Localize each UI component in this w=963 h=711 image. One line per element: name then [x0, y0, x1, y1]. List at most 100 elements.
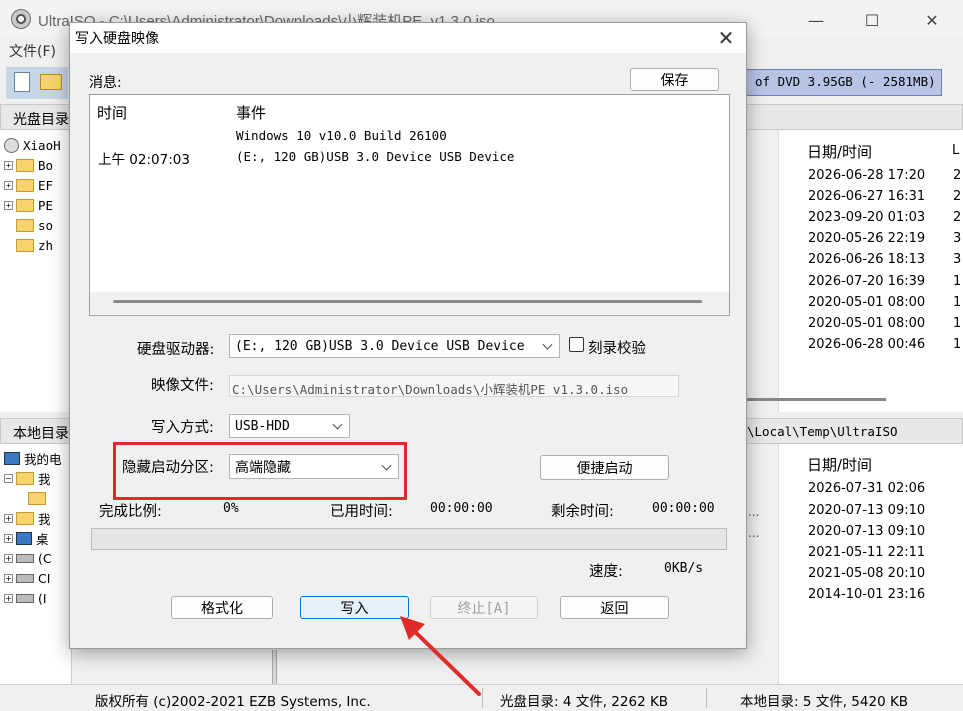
tree-item[interactable]: + 我: [4, 508, 51, 528]
folder-icon: [16, 158, 34, 172]
list-extra: 2: [953, 168, 962, 183]
expand-icon[interactable]: +: [4, 593, 13, 603]
folder-icon: [16, 178, 34, 192]
drive-icon: [16, 553, 34, 563]
log-hscroll-thumb[interactable]: [113, 300, 702, 303]
tree-item[interactable]: + (I: [4, 588, 47, 608]
desktop-icon: [16, 531, 32, 545]
cd-pane-title: 光盘目录: [0, 104, 72, 130]
maximize-icon[interactable]: ☐: [850, 6, 894, 34]
tree-item[interactable]: 我的电: [4, 448, 62, 468]
tree-item[interactable]: + Bo: [4, 155, 53, 175]
chevron-down-icon: [542, 339, 553, 350]
quick-boot-button[interactable]: 便捷启动: [540, 455, 669, 480]
list-date: 2026-06-28 17:20: [808, 168, 926, 183]
expand-icon[interactable]: +: [4, 160, 13, 170]
log-column-event: 事件: [236, 104, 267, 122]
write-button[interactable]: 写入: [300, 596, 409, 619]
column-header-extra[interactable]: L: [952, 143, 959, 158]
tree-item[interactable]: + EF: [4, 175, 53, 195]
expand-icon[interactable]: +: [4, 533, 13, 543]
log-hscrollbar[interactable]: [90, 292, 729, 314]
list-date: 2020-07-13 09:10: [808, 524, 926, 539]
dialog-titlebar: [70, 23, 746, 53]
list-date: 2023-09-20 01:03: [808, 210, 926, 225]
format-button[interactable]: 格式化: [171, 596, 273, 619]
elapsed-value: 00:00:00: [430, 501, 493, 516]
list-date: 2026-06-27 16:31: [808, 189, 926, 204]
list-date: 2026-06-26 18:13: [808, 252, 926, 267]
expand-icon[interactable]: +: [4, 200, 13, 210]
minimize-icon[interactable]: —: [794, 6, 838, 34]
cd-tree: XiaoH + Bo + EF + PE so zh: [0, 130, 72, 412]
new-file-icon[interactable]: [14, 72, 30, 92]
computer-icon: [4, 451, 20, 465]
chevron-down-icon: [332, 419, 343, 430]
list-date: 2014-10-01 23:16: [808, 587, 926, 602]
tree-item[interactable]: − 我: [4, 468, 51, 488]
cd-file-list: 日期/时间 L 2026-06-28 17:20 2026-06-27 16:3…: [778, 130, 963, 412]
close-icon[interactable]: ✕: [910, 6, 954, 34]
progress-label: 完成比例:: [99, 504, 162, 520]
list-date: 2020-07-13 09:10: [808, 503, 926, 518]
write-method-select[interactable]: USB-HDD: [229, 414, 350, 438]
drive-select[interactable]: (E:, 120 GB)USB 3.0 Device USB Device: [229, 334, 560, 358]
messages-label: 消息:: [89, 75, 122, 91]
list-extra: 3: [953, 252, 962, 267]
cd-list-scrollbar[interactable]: [746, 398, 886, 401]
ultraiso-app-icon: [11, 9, 31, 29]
status-separator: [706, 688, 707, 708]
menu-file[interactable]: 文件(F): [9, 41, 56, 61]
expand-icon[interactable]: +: [4, 180, 13, 190]
annotation-arrow: [400, 616, 481, 696]
back-button[interactable]: 返回: [560, 596, 669, 619]
tree-item[interactable]: + CI: [4, 568, 50, 588]
verify-label: 刻录校验: [588, 341, 646, 357]
list-extra: 2: [953, 189, 962, 204]
column-header-date[interactable]: 日期/时间: [807, 141, 872, 162]
expand-icon[interactable]: +: [4, 573, 13, 583]
tree-item[interactable]: + (C: [4, 548, 52, 568]
write-method-label: 写入方式:: [151, 420, 214, 436]
folder-icon: [28, 491, 46, 505]
log-entry-event: Windows 10 v10.0 Build 26100: [236, 128, 447, 143]
documents-icon: [16, 511, 34, 525]
list-date: 2026-06-28 00:46: [808, 337, 926, 352]
list-extra: 3: [953, 231, 962, 246]
remaining-value: 00:00:00: [652, 501, 715, 516]
tree-item[interactable]: + 桌: [4, 528, 49, 548]
speed-label: 速度:: [589, 564, 623, 580]
collapse-icon[interactable]: −: [4, 473, 13, 483]
expand-icon[interactable]: +: [4, 513, 13, 523]
dvd-capacity-indicator: of DVD 3.95GB (- 2581MB): [744, 69, 942, 96]
list-date: 2020-05-01 08:00: [808, 316, 926, 331]
column-header-date[interactable]: 日期/时间: [807, 454, 872, 475]
annotation-highlight-box: [113, 442, 407, 500]
list-extra: 1: [953, 274, 962, 289]
dialog-close-icon[interactable]: ✕: [712, 25, 740, 51]
list-date: 2026-07-31 02:06: [808, 481, 926, 496]
expand-icon[interactable]: +: [4, 553, 13, 563]
verify-checkbox[interactable]: [569, 337, 584, 352]
elapsed-label: 已用时间:: [330, 504, 393, 520]
list-extra: 1: [953, 295, 962, 310]
folder-icon: [16, 238, 34, 252]
folder-icon: [16, 198, 34, 212]
tree-item[interactable]: [28, 488, 50, 508]
list-date: 2020-05-26 22:19: [808, 231, 926, 246]
tree-item[interactable]: zh: [16, 235, 53, 255]
folder-icon: [16, 218, 34, 232]
open-folder-icon[interactable]: [40, 74, 62, 90]
image-file-field[interactable]: C:\Users\Administrator\Downloads\小辉装机PE_…: [229, 375, 679, 397]
status-local-summary: 本地目录: 5 文件, 5420 KB: [740, 694, 909, 710]
tree-item[interactable]: + PE: [4, 195, 53, 215]
tree-item[interactable]: so: [16, 215, 53, 235]
progress-bar: [91, 528, 727, 550]
log-entry-event: (E:, 120 GB)USB 3.0 Device USB Device: [236, 149, 515, 164]
pane-splitter[interactable]: [272, 650, 277, 684]
tree-item[interactable]: XiaoH: [4, 135, 61, 155]
drive-icon: [16, 593, 34, 603]
save-button[interactable]: 保存: [630, 68, 719, 91]
status-copyright: 版权所有 (c)2002-2021 EZB Systems, Inc.: [95, 694, 371, 710]
list-extra: 2: [953, 210, 962, 225]
